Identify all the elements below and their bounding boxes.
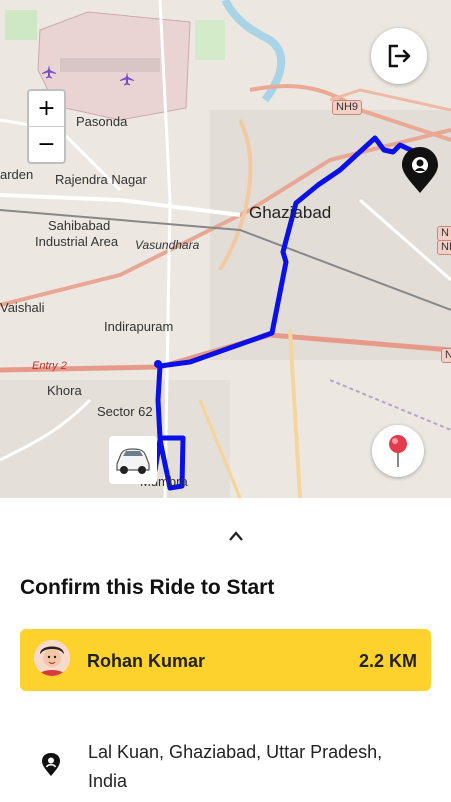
my-location-button[interactable]: [372, 425, 424, 477]
destination-address: Lal Kuan, Ghaziabad, Uttar Pradesh, Indi…: [88, 742, 383, 791]
place-label: Indirapuram: [104, 319, 174, 334]
highway-shield: N: [441, 348, 451, 363]
driver-distance: 2.2 KM: [358, 651, 417, 671]
red-pushpin-icon: [389, 435, 407, 467]
zoom-control: + −: [27, 89, 66, 164]
avatar: [34, 640, 70, 676]
chevron-up-icon[interactable]: [228, 530, 244, 542]
highway-shield: NH9: [332, 100, 363, 115]
highway-shield: N: [437, 226, 451, 241]
driver-name: Rohan Kumar: [87, 651, 206, 671]
place-label: Sector 62: [97, 404, 153, 419]
place-label: arden: [0, 167, 34, 182]
place-label: Vasundhara: [135, 238, 200, 252]
airport-icon: [120, 72, 134, 86]
place-label: Sahibabad: [48, 218, 111, 233]
zoom-in-button[interactable]: +: [29, 91, 64, 126]
map-view[interactable]: Pasonda Rajendra Nagar arden Ghaziabad S…: [0, 0, 451, 498]
exit-button[interactable]: [371, 28, 427, 84]
car-marker: [109, 436, 157, 484]
highway-shield: NH: [437, 240, 451, 255]
road-label: Entry 2: [32, 360, 67, 372]
driver-card[interactable]: Rohan Kumar 2.2 KM: [20, 629, 431, 691]
location-pin-icon: [42, 753, 60, 776]
airport-icon: [42, 65, 56, 79]
place-label: Pasonda: [76, 114, 128, 129]
place-label: Vaishali: [0, 300, 45, 315]
place-label: Khora: [47, 383, 82, 398]
zoom-out-button[interactable]: −: [29, 126, 64, 162]
place-label: Ghaziabad: [249, 203, 332, 222]
panel-title: Confirm this Ride to Start: [20, 576, 275, 599]
logout-icon: [388, 44, 411, 68]
car-icon: [116, 448, 150, 474]
place-label: Industrial Area: [35, 234, 119, 249]
place-label: Rajendra Nagar: [55, 172, 147, 187]
